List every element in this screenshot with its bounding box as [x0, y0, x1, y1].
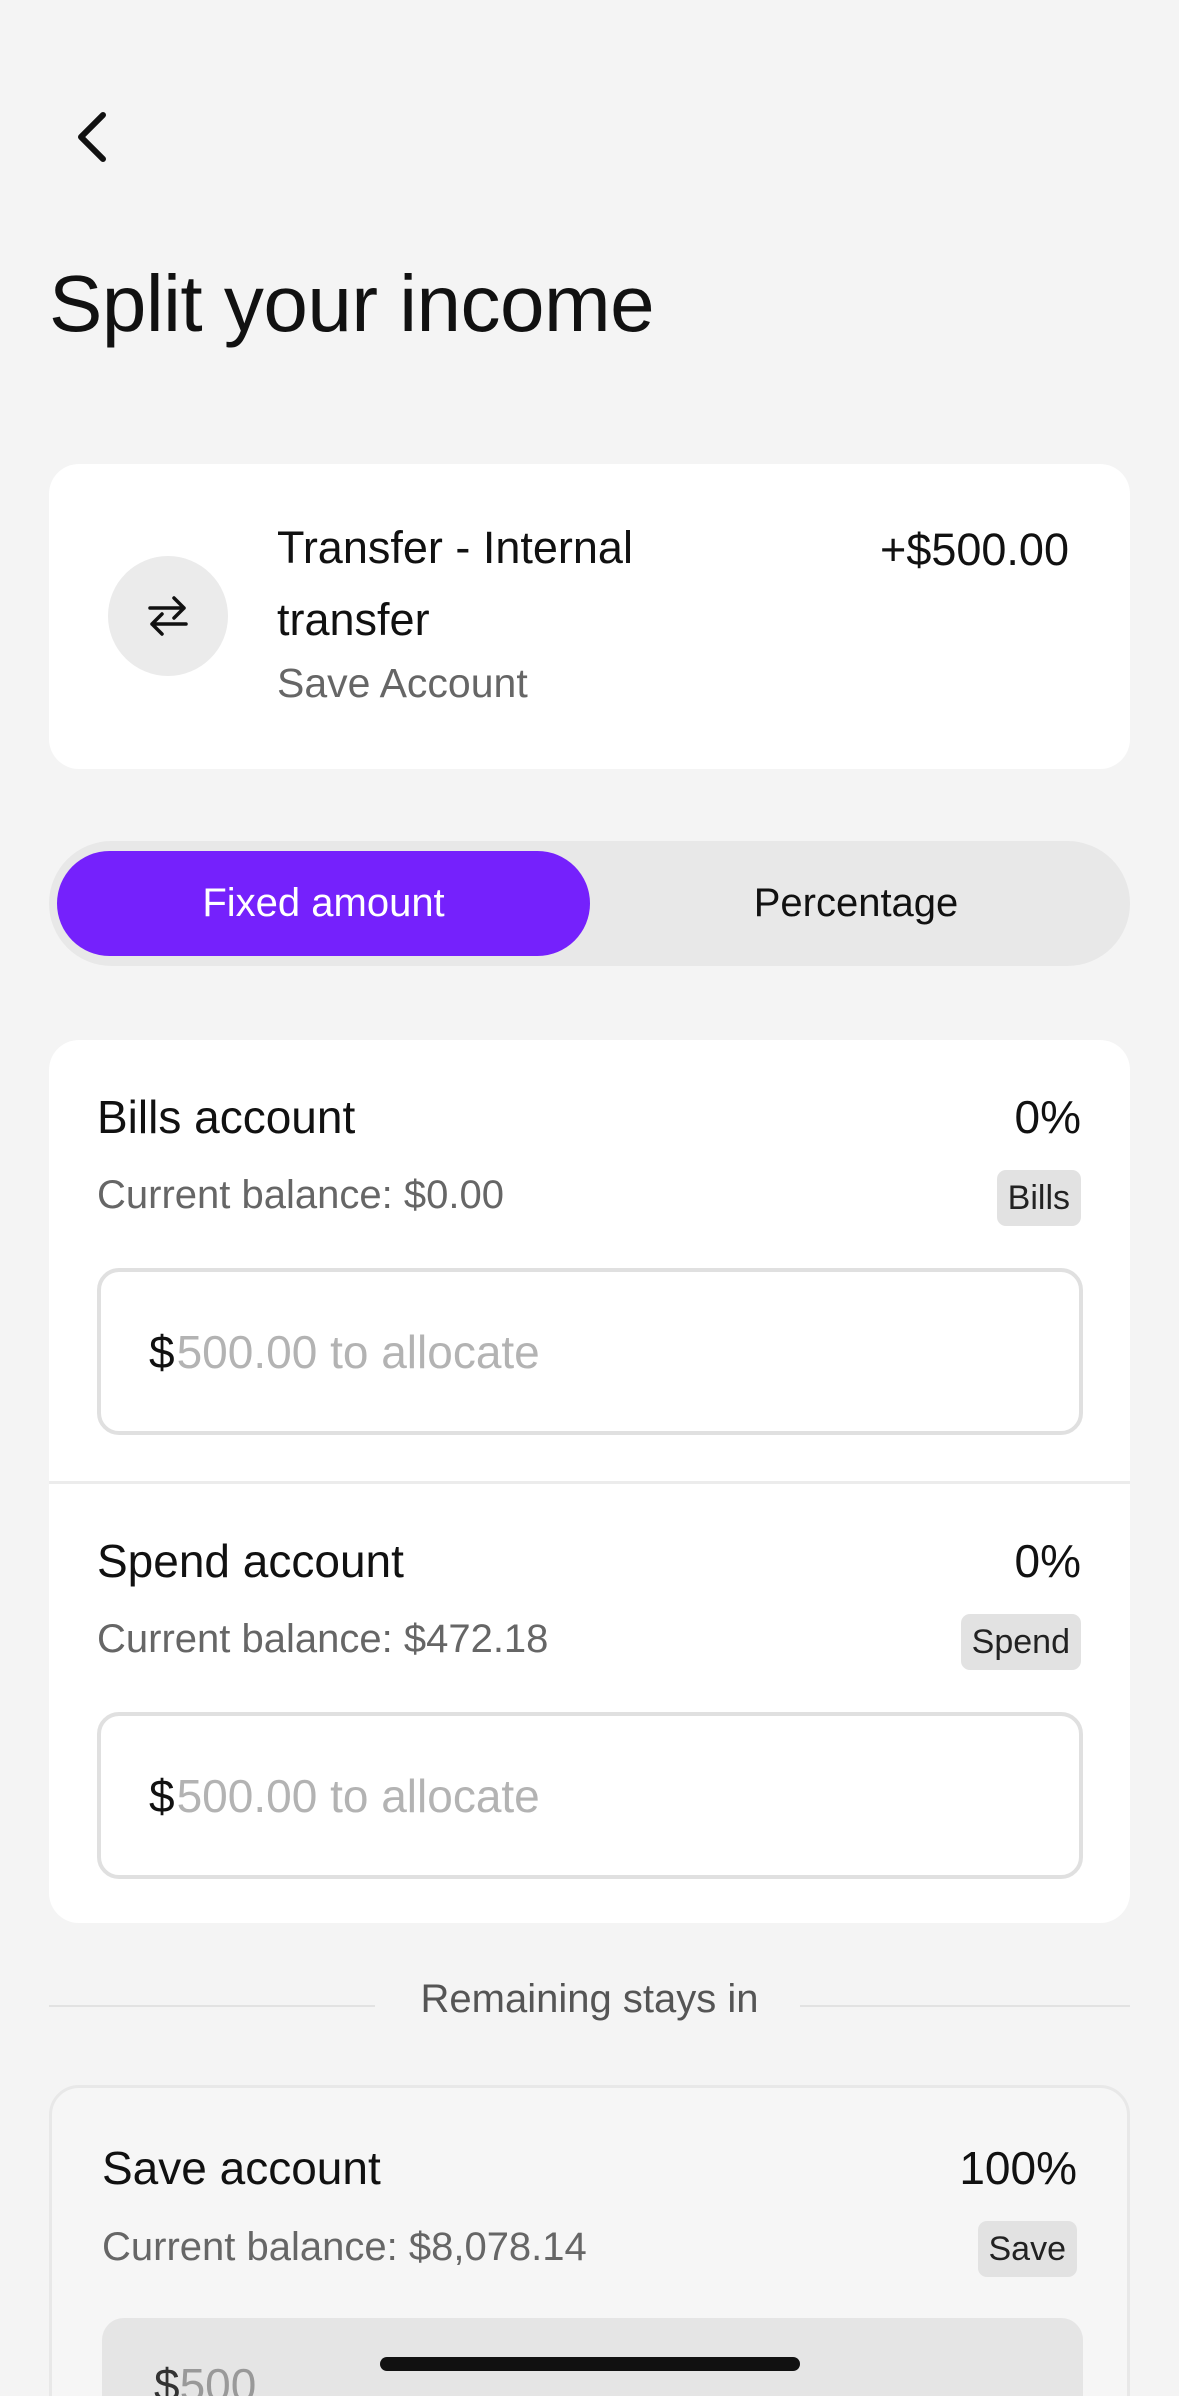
spend-amount-input[interactable]: [176, 1768, 997, 1823]
bills-amount-field[interactable]: $: [97, 1268, 1083, 1435]
bills-account-section: Bills account 0% Current balance: $0.00 …: [49, 1040, 1130, 1482]
currency-prefix: $: [149, 1769, 175, 1822]
transaction-card: Transfer - Internal transfer Save Accoun…: [49, 464, 1130, 769]
save-amount-value: 500: [179, 2359, 257, 2396]
allocation-accounts-card: Bills account 0% Current balance: $0.00 …: [49, 1040, 1130, 1923]
currency-prefix: $: [154, 2359, 180, 2396]
chevron-left-icon: [78, 112, 106, 162]
account-name: Spend account: [97, 1535, 404, 1587]
account-balance: Current balance: $0.00: [97, 1173, 504, 1217]
account-badge: Bills: [996, 1170, 1081, 1226]
transaction-amount: +$500.00: [880, 524, 1069, 575]
percentage-tab[interactable]: Percentage: [590, 851, 1122, 956]
split-mode-toggle: Fixed amount Percentage: [49, 841, 1130, 966]
account-name: Save account: [102, 2142, 381, 2194]
fixed-amount-tab[interactable]: Fixed amount: [57, 851, 590, 956]
transfer-icon-circle: [108, 556, 228, 676]
account-percent: 0%: [1014, 1535, 1081, 1587]
remaining-separator: Remaining stays in: [49, 1975, 1130, 2035]
account-badge: Save: [977, 2221, 1077, 2277]
spend-account-section: Spend account 0% Current balance: $472.1…: [49, 1484, 1130, 1923]
page-title: Split your income: [49, 259, 655, 348]
account-badge: Spend: [960, 1614, 1081, 1670]
account-percent: 100%: [959, 2142, 1077, 2194]
account-balance: Current balance: $8,078.14: [102, 2225, 587, 2269]
home-indicator: [380, 2357, 800, 2371]
account-name: Bills account: [97, 1091, 356, 1143]
remaining-label: Remaining stays in: [420, 1977, 759, 2021]
spend-amount-field[interactable]: $: [97, 1712, 1083, 1879]
currency-prefix: $: [149, 1325, 175, 1378]
account-percent: 0%: [1014, 1091, 1081, 1143]
transfer-arrows-icon: [148, 596, 188, 636]
save-account-card: Save account 100% Current balance: $8,07…: [49, 2085, 1130, 2396]
transaction-subtitle: Save Account: [277, 660, 528, 706]
bills-amount-input[interactable]: [176, 1324, 997, 1379]
transaction-title: Transfer - Internal transfer: [277, 522, 633, 645]
back-button[interactable]: [62, 102, 122, 172]
account-balance: Current balance: $472.18: [97, 1617, 549, 1661]
